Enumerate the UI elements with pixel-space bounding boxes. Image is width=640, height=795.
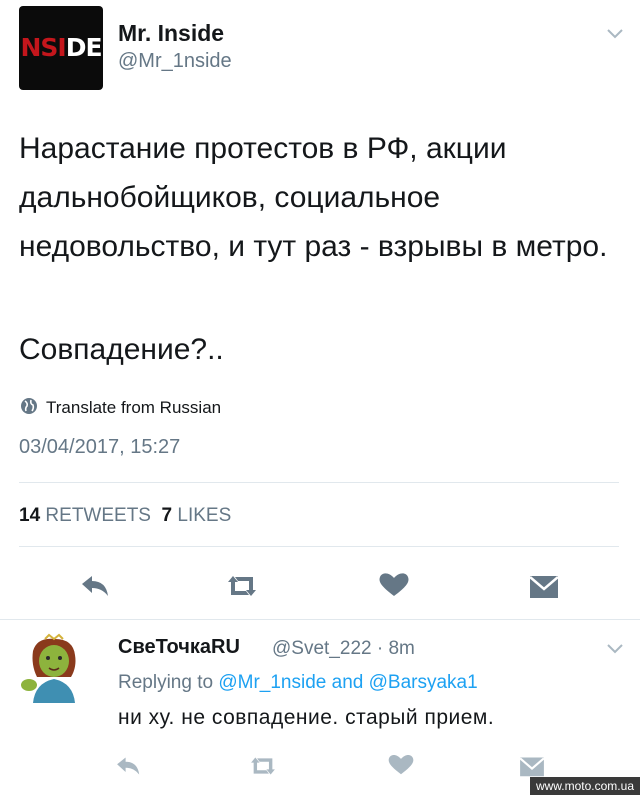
divider [19,546,619,547]
retweets-count[interactable]: 14 [19,505,40,526]
replying-and: and [331,672,364,693]
reply-icon[interactable] [112,752,146,780]
globe-icon [21,398,37,414]
divider [19,482,619,483]
reply-time: 8m [388,638,415,659]
chevron-down-icon[interactable] [606,643,624,655]
replying-user-link[interactable]: @Mr_1nside [218,672,326,693]
retweet-icon[interactable] [246,752,280,780]
like-icon[interactable] [384,750,418,778]
chevron-down-icon[interactable] [606,28,624,40]
like-icon[interactable] [374,568,414,600]
reply-author-handle[interactable]: @Svet_222 [272,638,372,659]
tweet-stats: 14 RETWEETS 7 LIKES [19,505,231,527]
avatar-logo: NSIDE [20,33,102,62]
message-icon[interactable] [515,752,549,780]
retweets-label[interactable]: RETWEETS [45,505,151,526]
author-name[interactable]: Mr. Inside [118,20,224,47]
reply-avatar[interactable] [19,633,89,703]
watermark: www.moto.com.ua [529,777,640,795]
reply-separator: · [376,638,384,659]
replying-to: Replying to @Mr_1nside and @Barsyaka1 [118,672,478,694]
retweet-icon[interactable] [222,570,262,602]
author-handle[interactable]: @Mr_1nside [118,50,232,73]
divider [0,619,640,620]
tweet-text: Нарастание протестов в РФ, акции дальноб… [19,132,608,263]
reply-icon[interactable] [76,570,116,602]
replying-prefix: Replying to [118,672,214,693]
reply-meta: @Svet_222 · 8m [272,638,415,660]
reply-author-name[interactable]: СвеТочкаRU [118,636,240,659]
reply-text: ни ху. не совпадение. старый прием. [118,706,495,729]
translate-link[interactable]: Translate from Russian [46,398,221,418]
author-avatar[interactable]: NSIDE [19,6,103,90]
tweet-text-question: Совпадение?.. [19,333,224,366]
message-icon[interactable] [524,570,564,602]
replying-user-link[interactable]: @Barsyaka1 [369,672,478,693]
likes-count[interactable]: 7 [162,505,173,526]
likes-label[interactable]: LIKES [177,505,231,526]
tweet-timestamp: 03/04/2017, 15:27 [19,436,181,458]
